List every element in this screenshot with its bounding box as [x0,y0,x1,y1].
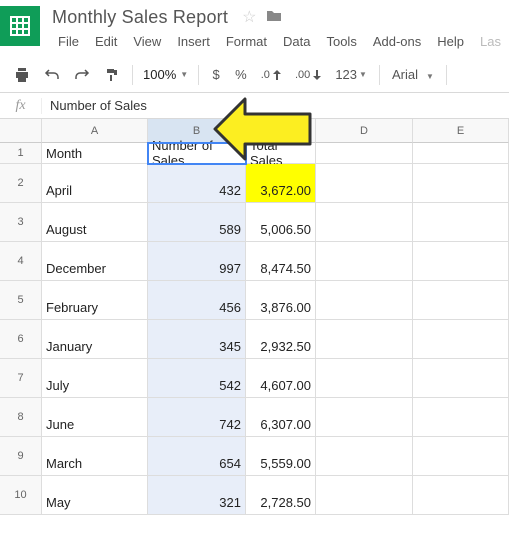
fx-label[interactable]: fx [0,98,42,114]
cell-d1[interactable] [316,143,413,164]
toolbar: 100%▼ $ % .0 .00 123▼ Arial▼ [0,57,509,93]
cell-d9[interactable] [316,437,413,476]
cell-b9[interactable]: 654 [148,437,246,476]
folder-icon[interactable] [266,9,282,26]
menu-insert[interactable]: Insert [169,32,218,51]
row-head-7[interactable]: 7 [0,359,42,398]
row-head-9[interactable]: 9 [0,437,42,476]
cell-c8[interactable]: 6,307.00 [246,398,316,437]
cell-e9[interactable] [413,437,509,476]
menu-edit[interactable]: Edit [87,32,125,51]
star-icon[interactable]: ☆ [242,7,256,27]
cell-c5[interactable]: 3,876.00 [246,281,316,320]
cell-b5[interactable]: 456 [148,281,246,320]
row-head-10[interactable]: 10 [0,476,42,515]
format-percent[interactable]: % [229,63,253,87]
paint-format-icon[interactable] [98,63,126,87]
cell-b2[interactable]: 432 [148,164,246,203]
cell-b1[interactable]: Number of Sales [148,143,246,164]
cell-a5[interactable]: February [42,281,148,320]
cell-d3[interactable] [316,203,413,242]
fx-value[interactable]: Number of Sales [42,98,147,113]
menu-bar: File Edit View Insert Format Data Tools … [48,28,509,57]
cell-e8[interactable] [413,398,509,437]
cell-c3[interactable]: 5,006.50 [246,203,316,242]
menu-addons[interactable]: Add-ons [365,32,429,51]
menu-format[interactable]: Format [218,32,275,51]
cell-e1[interactable] [413,143,509,164]
cell-a3[interactable]: August [42,203,148,242]
cell-c7[interactable]: 4,607.00 [246,359,316,398]
row-head-4[interactable]: 4 [0,242,42,281]
cell-d5[interactable] [316,281,413,320]
row-head-8[interactable]: 8 [0,398,42,437]
row-head-3[interactable]: 3 [0,203,42,242]
cell-e10[interactable] [413,476,509,515]
cell-e3[interactable] [413,203,509,242]
sheets-logo[interactable] [0,6,40,46]
col-head-e[interactable]: E [413,119,509,143]
cell-d10[interactable] [316,476,413,515]
cell-c9[interactable]: 5,559.00 [246,437,316,476]
menu-tools[interactable]: Tools [318,32,364,51]
cell-e5[interactable] [413,281,509,320]
font-select[interactable]: Arial▼ [386,67,440,82]
cell-e7[interactable] [413,359,509,398]
document-title[interactable]: Monthly Sales Report [48,7,228,28]
cell-b3[interactable]: 589 [148,203,246,242]
cell-a10[interactable]: May [42,476,148,515]
format-currency[interactable]: $ [205,63,227,87]
col-head-d[interactable]: D [316,119,413,143]
cell-a7[interactable]: July [42,359,148,398]
cell-a6[interactable]: January [42,320,148,359]
cell-b4[interactable]: 997 [148,242,246,281]
cell-a8[interactable]: June [42,398,148,437]
formula-bar: fx Number of Sales [0,93,509,119]
undo-icon[interactable] [38,63,66,87]
cell-a9[interactable]: March [42,437,148,476]
menu-help[interactable]: Help [429,32,472,51]
menu-last-edit[interactable]: Las [472,32,509,51]
cell-b6[interactable]: 345 [148,320,246,359]
cell-a2[interactable]: April [42,164,148,203]
cell-d6[interactable] [316,320,413,359]
cell-a4[interactable]: December [42,242,148,281]
cell-e2[interactable] [413,164,509,203]
cell-b10[interactable]: 321 [148,476,246,515]
increase-decimal[interactable]: .00 [289,63,327,87]
print-icon[interactable] [8,63,36,87]
menu-file[interactable]: File [50,32,87,51]
cell-c2[interactable]: 3,672.00 [246,164,316,203]
spreadsheet-grid: A B C D E 1 Month Number of Sales Total … [0,119,509,515]
zoom-select[interactable]: 100%▼ [139,67,192,82]
row-head-5[interactable]: 5 [0,281,42,320]
col-head-a[interactable]: A [42,119,148,143]
row-head-1[interactable]: 1 [0,143,42,164]
cell-c4[interactable]: 8,474.50 [246,242,316,281]
cell-d2[interactable] [316,164,413,203]
cell-a1[interactable]: Month [42,143,148,164]
row-head-6[interactable]: 6 [0,320,42,359]
row-head-2[interactable]: 2 [0,164,42,203]
cell-e6[interactable] [413,320,509,359]
cell-c6[interactable]: 2,932.50 [246,320,316,359]
redo-icon[interactable] [68,63,96,87]
select-all-corner[interactable] [0,119,42,143]
cell-c10[interactable]: 2,728.50 [246,476,316,515]
menu-view[interactable]: View [125,32,169,51]
zoom-value: 100% [143,67,176,82]
menu-data[interactable]: Data [275,32,318,51]
decrease-decimal[interactable]: .0 [255,63,287,87]
cell-d8[interactable] [316,398,413,437]
cell-d7[interactable] [316,359,413,398]
format-more[interactable]: 123▼ [329,63,373,87]
cell-d4[interactable] [316,242,413,281]
cell-c1[interactable]: Total Sales [246,143,316,164]
cell-b7[interactable]: 542 [148,359,246,398]
cell-b8[interactable]: 742 [148,398,246,437]
cell-e4[interactable] [413,242,509,281]
